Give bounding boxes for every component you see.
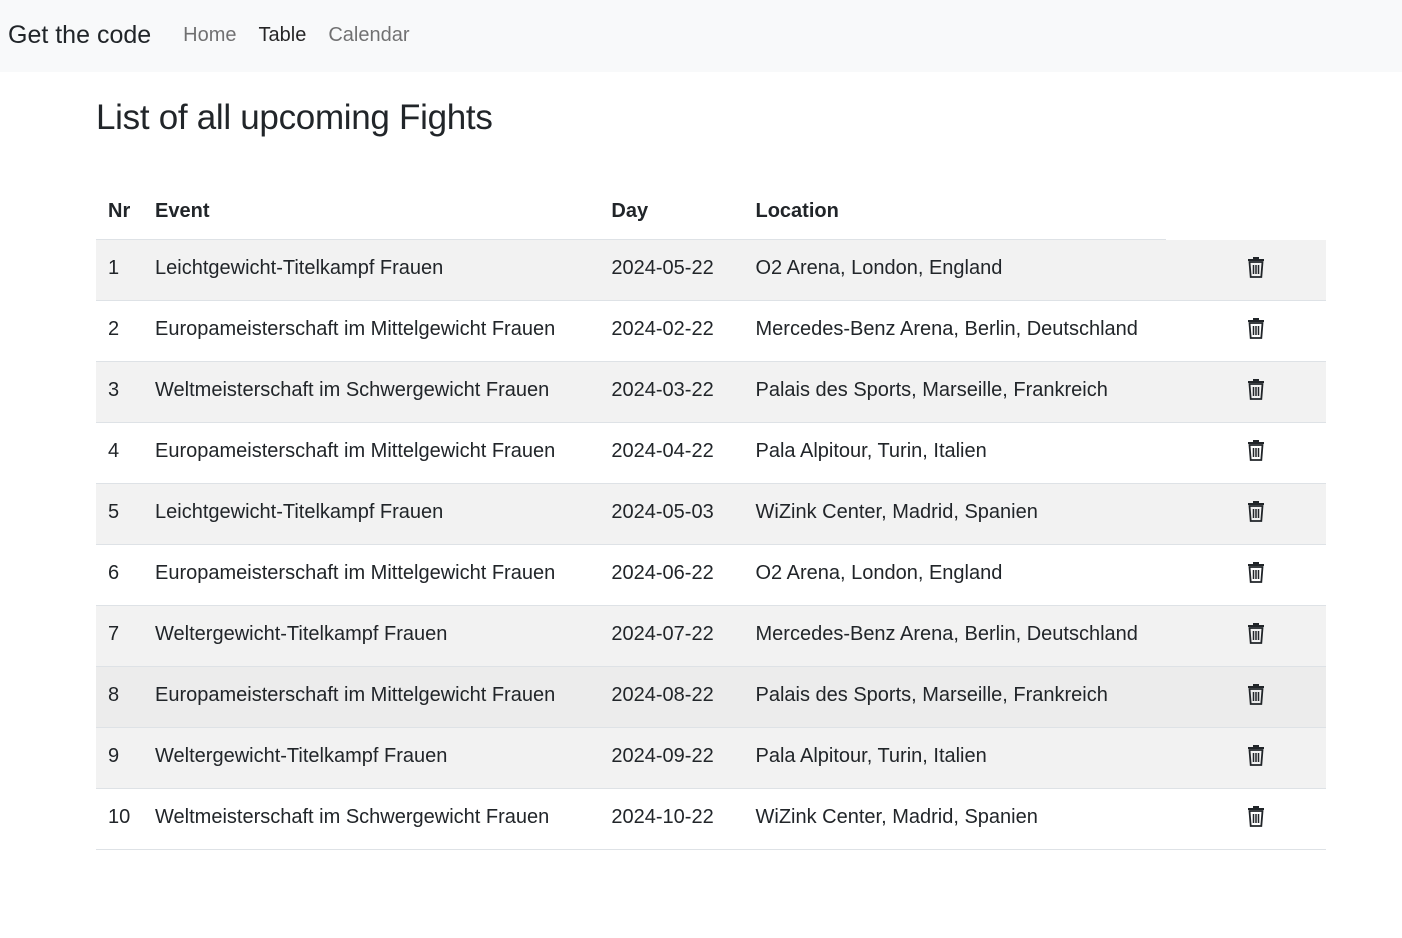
trash-icon[interactable] bbox=[1247, 439, 1265, 461]
cell-nr: 1 bbox=[108, 256, 120, 279]
cell-location: WiZink Center, Madrid, Spanien bbox=[755, 805, 1038, 828]
nav-link-table[interactable]: Table bbox=[259, 24, 307, 47]
trash-icon[interactable] bbox=[1247, 744, 1265, 766]
cell-event: Leichtgewicht-Titelkampf Frauen bbox=[155, 256, 444, 279]
cell-nr: 3 bbox=[108, 378, 120, 401]
cell-location: WiZink Center, Madrid, Spanien bbox=[755, 500, 1038, 523]
cell-event: Weltmeisterschaft im Schwergewicht Fraue… bbox=[155, 805, 550, 828]
cell-location: Palais des Sports, Marseille, Frankreich bbox=[755, 683, 1108, 706]
cell-day: 2024-03-22 bbox=[611, 378, 714, 401]
cell-day: 2024-02-22 bbox=[611, 317, 714, 340]
cell-day: 2024-10-22 bbox=[611, 805, 714, 828]
cell-actions bbox=[1166, 727, 1326, 788]
trash-icon[interactable] bbox=[1247, 805, 1265, 827]
cell-actions bbox=[1166, 544, 1326, 605]
cell-day: 2024-09-22 bbox=[611, 744, 714, 767]
header-row: Nr Event Day Location bbox=[96, 185, 1326, 240]
cell-location: Pala Alpitour, Turin, Italien bbox=[755, 744, 987, 767]
header-actions bbox=[1165, 185, 1326, 240]
header-event: Event bbox=[155, 200, 210, 223]
trash-icon[interactable] bbox=[1247, 317, 1265, 339]
header-nr: Nr bbox=[108, 200, 131, 223]
cell-location: O2 Arena, London, England bbox=[755, 561, 1003, 584]
cell-event: Weltmeisterschaft im Schwergewicht Fraue… bbox=[155, 378, 550, 401]
nav-link-calendar[interactable]: Calendar bbox=[328, 24, 409, 47]
cell-actions bbox=[1166, 300, 1326, 361]
cell-location: Palais des Sports, Marseille, Frankreich bbox=[755, 378, 1108, 401]
table-row: 1 Leichtgewicht-Titelkampf Frauen 2024-05-… bbox=[96, 239, 1326, 300]
cell-event: Europameisterschaft im Mittelgewicht Fra… bbox=[155, 439, 556, 462]
trash-icon[interactable] bbox=[1247, 378, 1265, 400]
nav-link-home[interactable]: Home bbox=[183, 24, 236, 47]
fights-table: Nr Event Day Location 1 Leichtgewicht-Tit… bbox=[96, 185, 1326, 850]
cell-location: Mercedes-Benz Arena, Berlin, Deutschland bbox=[755, 317, 1138, 340]
cell-location: O2 Arena, London, England bbox=[755, 256, 1003, 279]
trash-icon[interactable] bbox=[1247, 500, 1265, 522]
cell-nr: 10 bbox=[108, 805, 131, 828]
cell-actions bbox=[1166, 605, 1326, 666]
table-body: 1 Leichtgewicht-Titelkampf Frauen 2024-05-… bbox=[96, 239, 1326, 849]
cell-actions bbox=[1166, 239, 1326, 300]
table-row: 5 Leichtgewicht-Titelkampf Frauen 2024-05-… bbox=[96, 483, 1326, 544]
table-row: 4 Europameisterschaft im Mittelgewicht Fr… bbox=[96, 422, 1326, 483]
main-container: List of all upcoming Fights Nr Event Day… bbox=[96, 72, 1326, 850]
cell-actions bbox=[1166, 788, 1326, 849]
cell-actions bbox=[1166, 361, 1326, 422]
cell-nr: 8 bbox=[108, 683, 120, 706]
trash-icon[interactable] bbox=[1247, 683, 1265, 705]
cell-location: Mercedes-Benz Arena, Berlin, Deutschland bbox=[755, 622, 1138, 645]
table-row: 9 Weltergewicht-Titelkampf Frauen 2024-09-… bbox=[96, 727, 1326, 788]
cell-nr: 6 bbox=[108, 561, 120, 584]
cell-actions bbox=[1166, 422, 1326, 483]
brand-link[interactable]: Get the code bbox=[8, 21, 151, 50]
table-row: 8 Europameisterschaft im Mittelgewicht Fr… bbox=[96, 666, 1326, 727]
trash-icon[interactable] bbox=[1247, 561, 1265, 583]
table-row: 6 Europameisterschaft im Mittelgewicht Fr… bbox=[96, 544, 1326, 605]
cell-actions bbox=[1166, 666, 1326, 727]
cell-nr: 2 bbox=[108, 317, 120, 340]
table-row: 3 Weltmeisterschaft im Schwergewicht Frau… bbox=[96, 361, 1326, 422]
cell-event: Europameisterschaft im Mittelgewicht Fra… bbox=[155, 683, 556, 706]
cell-day: 2024-05-22 bbox=[611, 256, 714, 279]
cell-event: Weltergewicht-Titelkampf Frauen bbox=[155, 622, 448, 645]
table-header: Nr Event Day Location bbox=[96, 185, 1326, 240]
navbar: Get the code Home Table Calendar bbox=[0, 0, 1402, 72]
trash-icon[interactable] bbox=[1247, 622, 1265, 644]
cell-actions bbox=[1166, 483, 1326, 544]
cell-location: Pala Alpitour, Turin, Italien bbox=[755, 439, 987, 462]
cell-nr: 4 bbox=[108, 439, 120, 462]
trash-icon[interactable] bbox=[1247, 256, 1265, 278]
header-day: Day bbox=[611, 200, 649, 223]
cell-event: Weltergewicht-Titelkampf Frauen bbox=[155, 744, 448, 767]
cell-event: Leichtgewicht-Titelkampf Frauen bbox=[155, 500, 444, 523]
table-row: 10 Weltmeisterschaft im Schwergewicht Fra… bbox=[96, 788, 1326, 849]
cell-nr: 5 bbox=[108, 500, 120, 523]
cell-nr: 9 bbox=[108, 744, 120, 767]
cell-day: 2024-06-22 bbox=[611, 561, 714, 584]
cell-day: 2024-08-22 bbox=[611, 683, 714, 706]
cell-day: 2024-04-22 bbox=[611, 439, 714, 462]
page-title: List of all upcoming Fights bbox=[96, 98, 493, 137]
table-row: 2 Europameisterschaft im Mittelgewicht Fr… bbox=[96, 300, 1326, 361]
cell-event: Europameisterschaft im Mittelgewicht Fra… bbox=[155, 317, 556, 340]
header-location: Location bbox=[755, 200, 839, 223]
cell-day: 2024-05-03 bbox=[611, 500, 714, 523]
cell-day: 2024-07-22 bbox=[611, 622, 714, 645]
cell-event: Europameisterschaft im Mittelgewicht Fra… bbox=[155, 561, 556, 584]
cell-nr: 7 bbox=[108, 622, 120, 645]
table-row: 7 Weltergewicht-Titelkampf Frauen 2024-07-… bbox=[96, 605, 1326, 666]
